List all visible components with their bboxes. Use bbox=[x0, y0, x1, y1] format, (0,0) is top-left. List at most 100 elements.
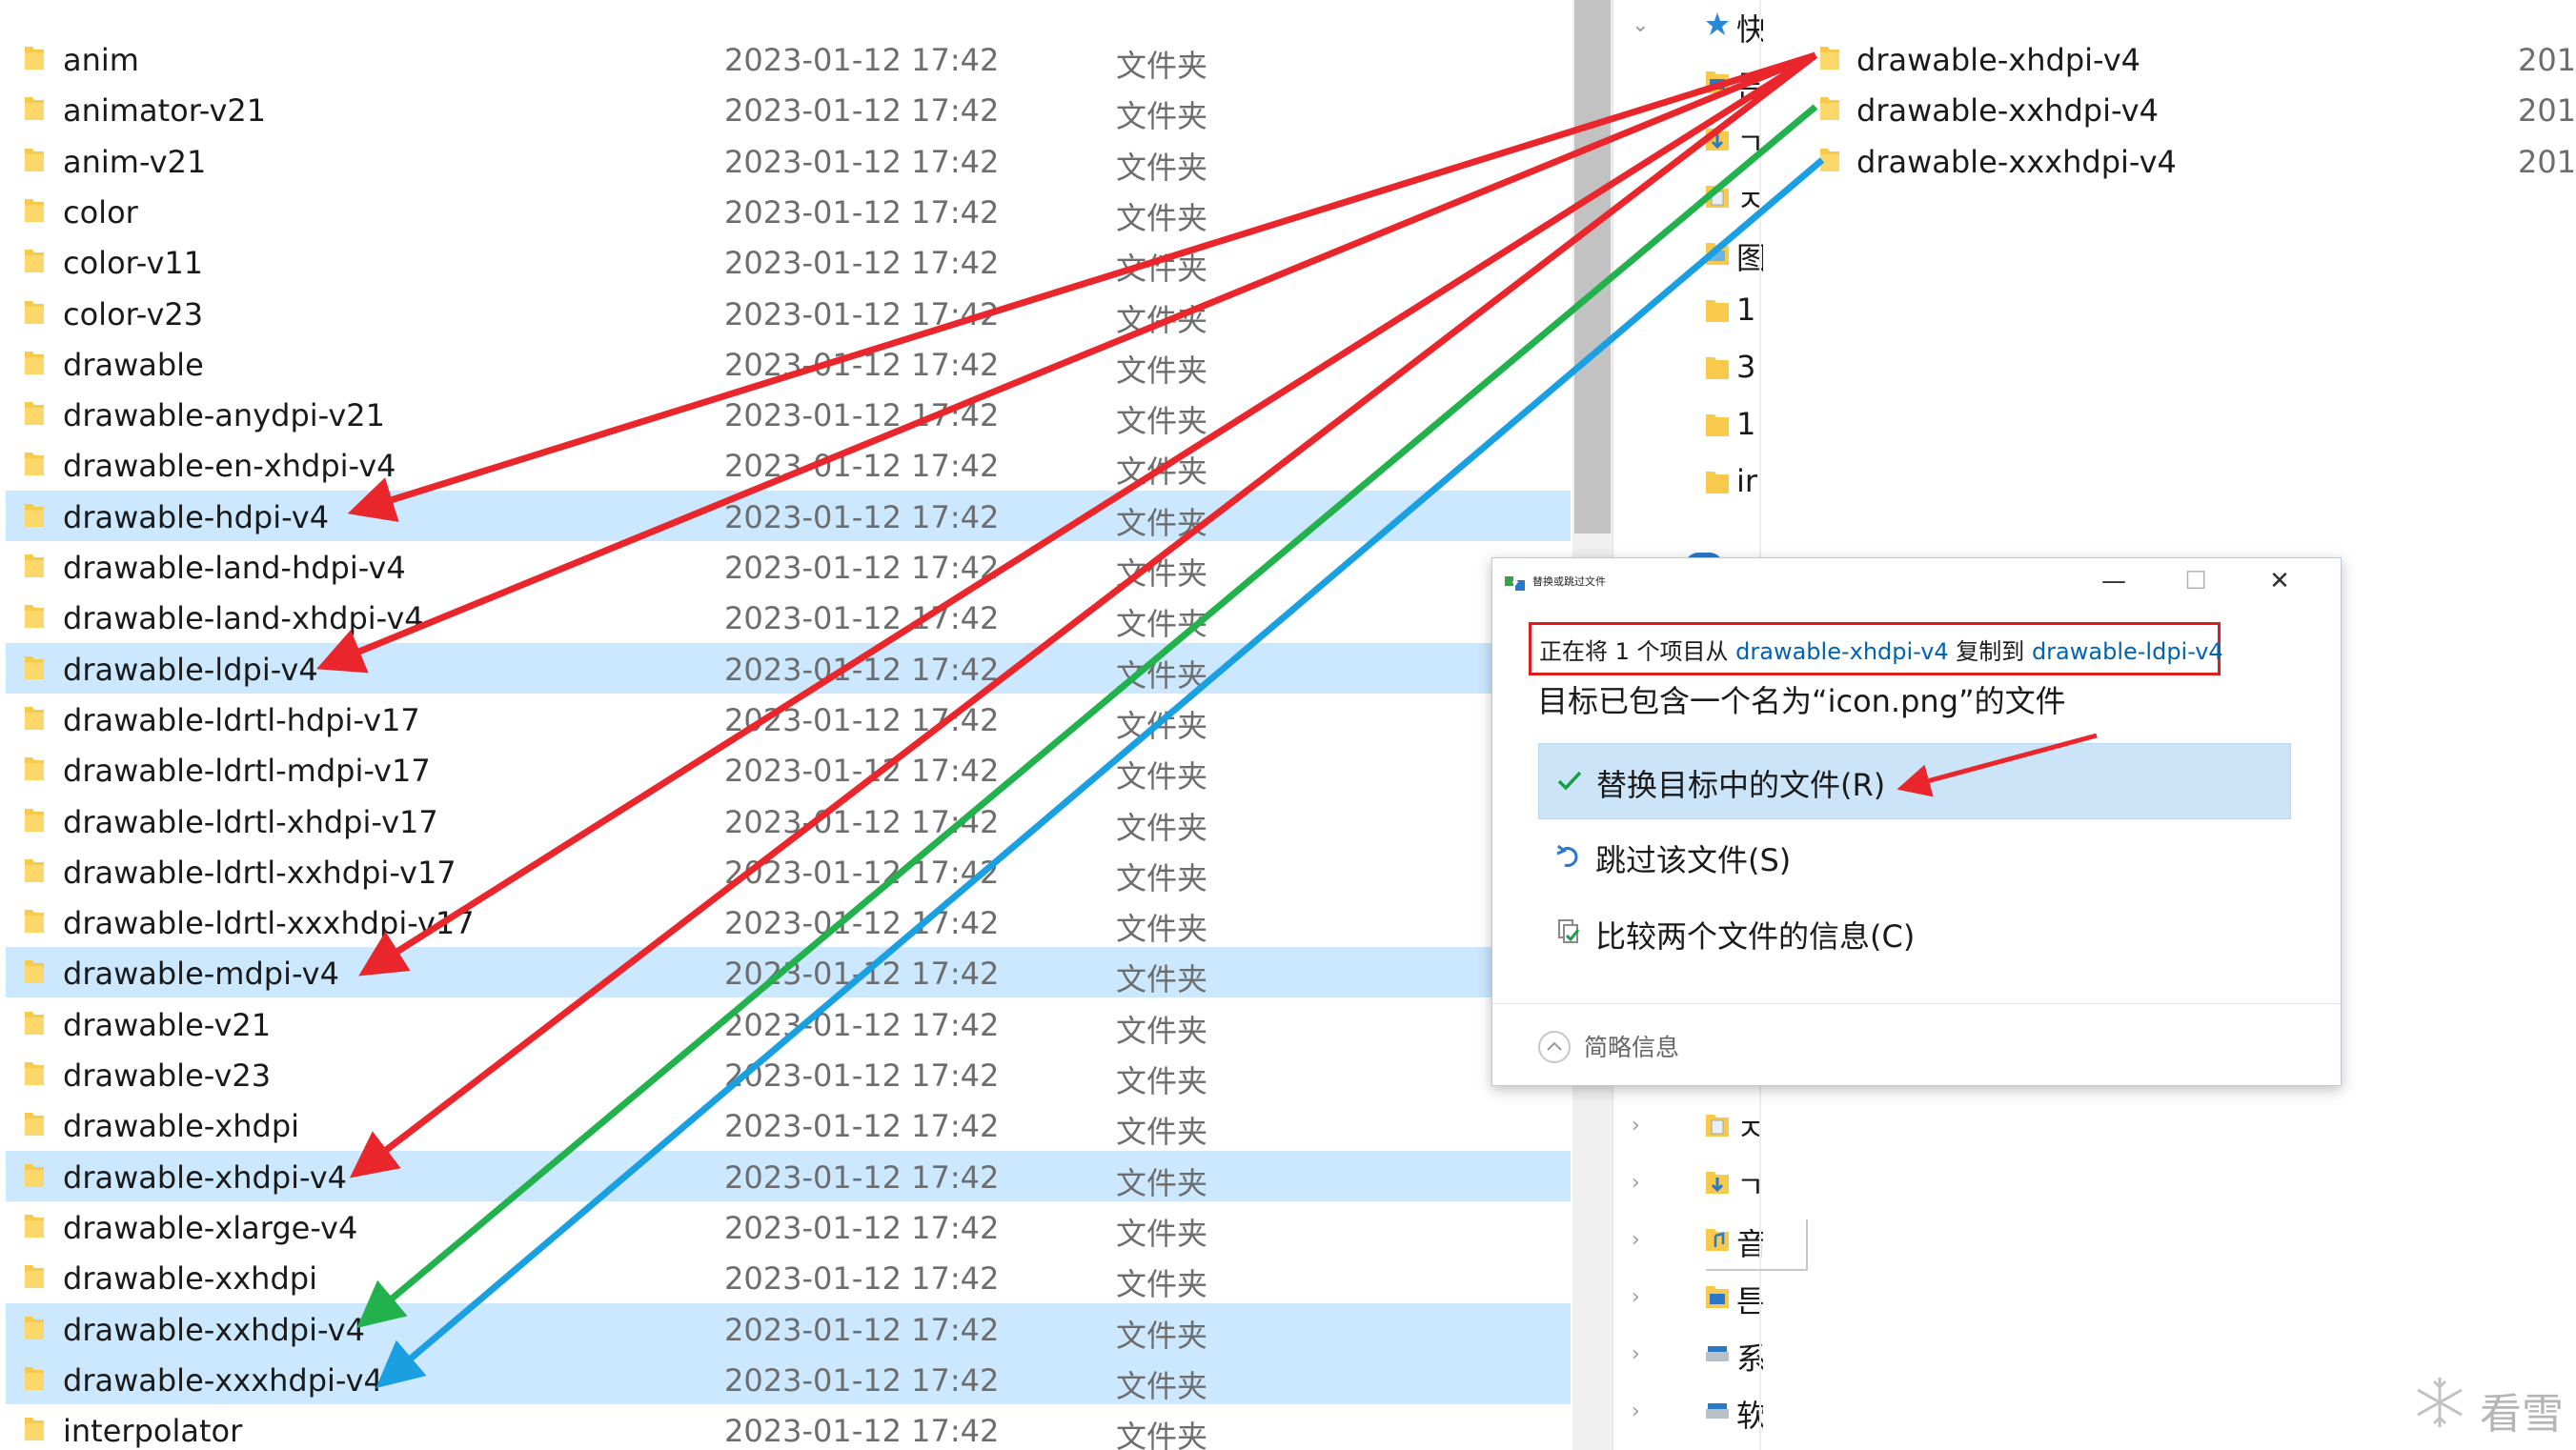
file-row[interactable]: drawable-land-xhdpi-v4 2023-01-12 17:42 文件… bbox=[6, 592, 1571, 642]
documents-folder-icon bbox=[1706, 186, 1729, 208]
file-row[interactable]: drawable-ldrtl-hdpi-v17 2023-01-12 17:42 文… bbox=[6, 694, 1571, 744]
file-name: color-v11 bbox=[63, 245, 204, 282]
file-type: 文件夹 bbox=[1116, 199, 1208, 236]
file-row[interactable]: drawable-ldrtl-xxhdpi-v17 2023-01-12 17:4… bbox=[6, 846, 1571, 896]
file-row[interactable]: drawable-xlarge-v4 2023-01-12 17:42 文件夹 bbox=[6, 1201, 1571, 1252]
skip-file-option[interactable]: 跳过该文件(S) bbox=[1538, 819, 2289, 894]
file-row[interactable]: drawable-xxhdpi-v4 2023-01-12 17:42 文件夹 bbox=[6, 1302, 1571, 1354]
file-name: color bbox=[63, 193, 138, 231]
file-modified-date: 2023-01-12 17:42 bbox=[724, 1260, 1000, 1298]
nav-item[interactable]: ㄱ bbox=[1620, 114, 1764, 164]
expand-chevron-icon[interactable]: ⌄ bbox=[1632, 13, 1649, 37]
expand-chevron-icon[interactable]: › bbox=[1632, 1285, 1640, 1309]
maximize-button[interactable]: ☐ bbox=[2158, 562, 2234, 600]
expand-chevron-icon[interactable]: › bbox=[1632, 1171, 1640, 1195]
nav-item[interactable]: › 软 bbox=[1620, 1386, 1767, 1436]
file-row[interactable]: drawable 2023-01-12 17:42 文件夹 bbox=[6, 338, 1571, 389]
copy-destination-link[interactable]: drawable-ldpi-v4 bbox=[2032, 638, 2223, 665]
left-scrollbar-thumb[interactable] bbox=[1574, 0, 1611, 534]
file-type: 文件夹 bbox=[1116, 98, 1208, 135]
expand-chevron-icon[interactable]: › bbox=[1632, 1228, 1640, 1252]
file-name: drawable-xxhdpi bbox=[63, 1260, 317, 1298]
file-name: drawable-xxxhdpi-v4 bbox=[63, 1361, 383, 1399]
file-row[interactable]: drawable-ldrtl-xhdpi-v17 2023-01-12 17:42… bbox=[6, 795, 1571, 846]
close-button[interactable]: ✕ bbox=[2241, 562, 2318, 600]
file-row[interactable]: drawable-ldrtl-xxxhdpi-v17 2023-01-12 17:… bbox=[6, 896, 1571, 947]
file-row[interactable]: drawable-xxhdpi 2023-01-12 17:42 文件夹 bbox=[6, 1252, 1571, 1302]
nav-item[interactable]: › ㅈ bbox=[1620, 1100, 1764, 1150]
file-row[interactable]: drawable-land-hdpi-v4 2023-01-12 17:42 文件夹 bbox=[6, 541, 1571, 592]
skip-arrow-icon bbox=[1556, 844, 1578, 867]
minimize-button[interactable]: — bbox=[2076, 562, 2152, 600]
nav-item[interactable]: ⌄ 快 bbox=[1620, 0, 1767, 50]
folder-icon bbox=[25, 554, 44, 577]
file-name: drawable-ldpi-v4 bbox=[63, 651, 318, 688]
expand-chevron-icon[interactable]: › bbox=[1632, 1114, 1640, 1138]
downloads-folder-icon bbox=[1706, 129, 1729, 151]
file-row[interactable]: drawable-xhdpi-v4 2023-01-12 17:42 文件夹 bbox=[6, 1150, 1571, 1201]
dialog-title: 替换或跳过文件 bbox=[1532, 575, 1606, 588]
desktop-folder-icon bbox=[1706, 71, 1729, 93]
file-row[interactable]: drawable-anydpi-v21 2023-01-12 17:42 文件夹 bbox=[6, 389, 1571, 439]
folder-icon bbox=[25, 910, 44, 934]
file-row[interactable]: drawable-v23 2023-01-12 17:42 文件夹 bbox=[6, 1049, 1571, 1099]
file-name: drawable-ldrtl-xxhdpi-v17 bbox=[63, 854, 456, 891]
file-name: drawable-land-hdpi-v4 bbox=[63, 550, 406, 586]
file-row[interactable]: drawable-xxxhdpi-v4 2023-01-12 17:42 文件夹 bbox=[6, 1353, 1571, 1404]
file-row[interactable]: color 2023-01-12 17:42 文件夹 bbox=[6, 186, 1571, 236]
nav-item[interactable]: › ㄱ bbox=[1620, 1158, 1764, 1207]
file-row[interactable]: color-v23 2023-01-12 17:42 文件夹 bbox=[6, 288, 1571, 338]
file-row[interactable]: drawable-ldpi-v4 2023-01-12 17:42 文件夹 bbox=[6, 642, 1571, 694]
file-name: drawable bbox=[63, 346, 204, 383]
file-row[interactable]: drawable-v21 2023-01-12 17:42 文件夹 bbox=[6, 998, 1571, 1049]
file-name: drawable-ldrtl-xhdpi-v17 bbox=[63, 803, 438, 840]
replace-file-label: 替换目标中的文件(R) bbox=[1596, 767, 1886, 803]
file-row[interactable]: drawable-xhdpi-v4 201 bbox=[1763, 33, 2576, 84]
nav-item[interactable]: 튼 bbox=[1620, 57, 1764, 107]
file-modified-date: 201 bbox=[2518, 143, 2576, 180]
snowflake-icon bbox=[2417, 1378, 2463, 1427]
nav-item[interactable]: 3 bbox=[1620, 343, 1763, 393]
file-row[interactable]: drawable-hdpi-v4 2023-01-12 17:42 文件夹 bbox=[6, 490, 1571, 541]
file-row[interactable]: color-v11 2023-01-12 17:42 文件夹 bbox=[6, 236, 1571, 287]
folder-icon bbox=[25, 503, 44, 527]
copy-source-link[interactable]: drawable-xhdpi-v4 bbox=[1735, 638, 1949, 665]
folder-icon bbox=[25, 858, 44, 882]
nav-item[interactable]: › 系 bbox=[1620, 1329, 1767, 1379]
collapse-details-icon[interactable] bbox=[1538, 1031, 1571, 1063]
file-modified-date: 2023-01-12 17:42 bbox=[724, 397, 1000, 434]
expand-chevron-icon[interactable]: › bbox=[1632, 1342, 1640, 1366]
file-row[interactable]: drawable-xxxhdpi-v4 201 bbox=[1763, 135, 2576, 186]
nav-item[interactable]: ir bbox=[1620, 457, 1763, 507]
file-name: color-v23 bbox=[63, 295, 204, 332]
file-row[interactable]: interpolator 2023-01-12 17:42 文件夹 bbox=[6, 1404, 1571, 1450]
file-row[interactable]: animator-v21 2023-01-12 17:42 文件夹 bbox=[6, 84, 1571, 134]
nav-item[interactable]: ㅈ bbox=[1620, 171, 1764, 221]
quick-access-star-icon bbox=[1706, 12, 1729, 35]
nav-item[interactable]: › 튼 bbox=[1620, 1272, 1764, 1321]
file-modified-date: 201 bbox=[2518, 42, 2576, 78]
file-row[interactable]: drawable-xxhdpi-v4 201 bbox=[1763, 84, 2576, 134]
file-row[interactable]: drawable-en-xhdpi-v4 2023-01-12 17:42 文件夹 bbox=[6, 439, 1571, 490]
compare-files-option[interactable]: 比较两个文件的信息(C) bbox=[1538, 896, 2289, 970]
folder-icon bbox=[25, 655, 44, 679]
replace-file-option[interactable]: 替换目标中的文件(R) bbox=[1538, 743, 2291, 819]
folder-icon bbox=[1820, 148, 1839, 171]
file-row[interactable]: drawable-xhdpi 2023-01-12 17:42 文件夹 bbox=[6, 1099, 1571, 1150]
file-row[interactable]: anim-v21 2023-01-12 17:42 文件夹 bbox=[6, 135, 1571, 186]
nav-item[interactable]: 1 bbox=[1620, 400, 1763, 450]
file-modified-date: 2023-01-12 17:42 bbox=[724, 42, 1000, 78]
file-modified-date: 2023-01-12 17:42 bbox=[724, 1006, 1000, 1043]
folder-icon bbox=[25, 148, 44, 171]
fewer-details-label[interactable]: 简略信息 bbox=[1584, 1029, 1679, 1063]
file-name: drawable-en-xhdpi-v4 bbox=[63, 448, 396, 485]
file-row[interactable]: anim 2023-01-12 17:42 文件夹 bbox=[6, 33, 1571, 84]
expand-chevron-icon[interactable]: › bbox=[1632, 1400, 1640, 1423]
file-row[interactable]: drawable-ldrtl-mdpi-v17 2023-01-12 17:42 文… bbox=[6, 744, 1571, 795]
file-modified-date: 201 bbox=[2518, 92, 2576, 130]
file-name: drawable-anydpi-v21 bbox=[63, 397, 385, 434]
nav-item[interactable]: 图 bbox=[1620, 229, 1767, 278]
file-row[interactable]: drawable-mdpi-v4 2023-01-12 17:42 文件夹 bbox=[6, 947, 1571, 998]
nav-item[interactable]: 1 bbox=[1620, 286, 1763, 335]
folder-icon bbox=[25, 198, 44, 222]
